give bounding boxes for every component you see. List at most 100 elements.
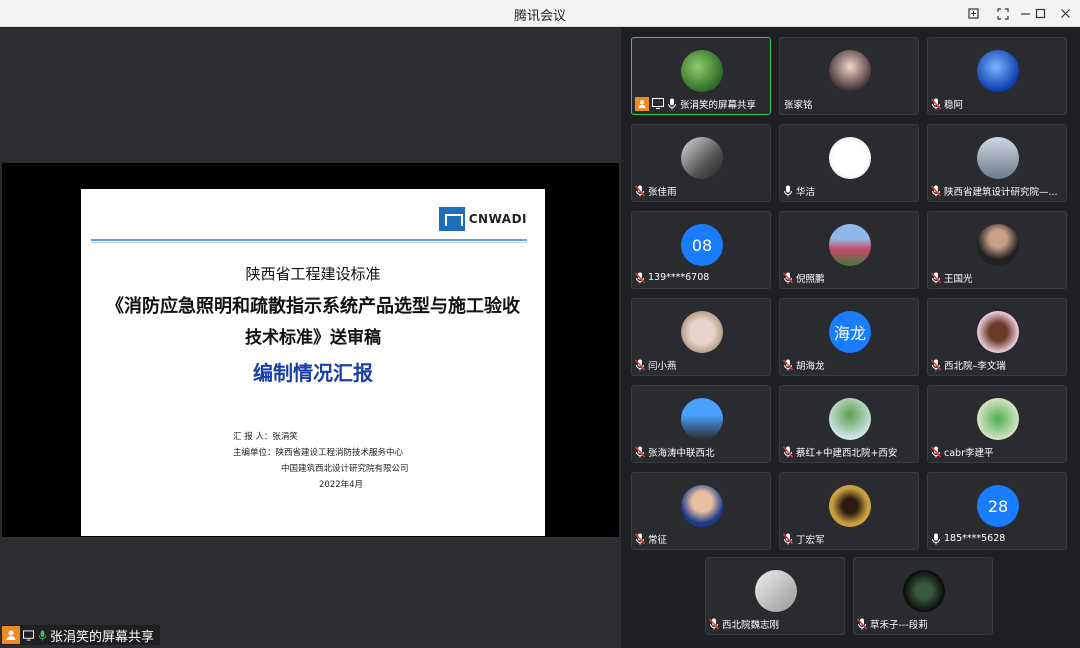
participant-avatar bbox=[977, 50, 1019, 92]
participant-name: 185****5628 bbox=[944, 533, 1006, 544]
participant-label: 闫小燕 bbox=[635, 357, 767, 372]
mic-muted-icon[interactable] bbox=[709, 617, 719, 630]
participant-avatar bbox=[755, 570, 797, 612]
slide-report-title: 编制情况汇报 bbox=[253, 361, 373, 385]
participant-name: cabr李建平 bbox=[944, 447, 994, 459]
participant-tile[interactable]: 草禾子---段莉 bbox=[853, 557, 993, 635]
participant-avatar bbox=[829, 137, 871, 179]
participant-avatar bbox=[977, 137, 1019, 179]
participant-tile[interactable]: 倪照鹏 bbox=[779, 211, 919, 289]
participant-label: 185****5628 bbox=[931, 531, 1063, 546]
mic-muted-icon[interactable] bbox=[783, 358, 793, 371]
participant-tile[interactable]: 蔡红+中建西北院+西安 bbox=[779, 385, 919, 463]
participant-tile[interactable]: 陕西省建筑设计研究院—... bbox=[927, 124, 1067, 202]
cnwadi-logo: CNWADI bbox=[438, 207, 527, 231]
slide-title-line2: 技术标准》送审稿 bbox=[245, 328, 381, 348]
participant-name: 张佳雨 bbox=[648, 186, 677, 198]
participant-avatar bbox=[829, 485, 871, 527]
participant-label: 陕西省建筑设计研究院—... bbox=[931, 183, 1063, 198]
participant-tile[interactable]: cabr李建平 bbox=[927, 385, 1067, 463]
participant-tile[interactable]: 张海涛中联西北 bbox=[631, 385, 771, 463]
presentation-slide: CNWADI 陕西省工程建设标准 《消防应急照明和疏散指示系统产品选型与施工验收… bbox=[81, 189, 545, 536]
participant-avatar bbox=[829, 50, 871, 92]
participant-label: 稳阿 bbox=[931, 96, 1063, 111]
participant-name: 139****6708 bbox=[648, 272, 710, 283]
participant-name: 张海涛中联西北 bbox=[648, 447, 715, 459]
participant-label: 西北院–李文瑞 bbox=[931, 357, 1063, 372]
slide-date: 2022年4月 bbox=[319, 480, 364, 490]
window-title: 腾讯会议 bbox=[513, 9, 566, 24]
mic-on-icon[interactable] bbox=[931, 533, 941, 545]
shared-screen: CNWADI 陕西省工程建设标准 《消防应急照明和疏散指示系统产品选型与施工验收… bbox=[2, 163, 619, 537]
mic-muted-icon[interactable] bbox=[635, 532, 645, 545]
participant-avatar: 08 bbox=[681, 224, 723, 266]
participant-gallery[interactable]: 张涓笑的屏幕共享 张家铭 稳阿张佳雨 华洁 陕西省建筑设计研究院—... 08 139***… bbox=[621, 27, 1080, 648]
share-status-bar: 张涓笑的屏幕共享 bbox=[2, 625, 161, 645]
participant-label: 张佳雨 bbox=[635, 183, 767, 198]
participant-avatar bbox=[829, 224, 871, 266]
participant-tile[interactable]: 张涓笑的屏幕共享 bbox=[631, 37, 771, 115]
participant-tile[interactable]: 28 185****5628 bbox=[927, 472, 1067, 550]
meeting-window: 腾讯会议 CNWADI 陕西省工程建设标准 《消防应急照明和疏散指示系统产品选型… bbox=[0, 0, 1080, 648]
participant-avatar bbox=[681, 398, 723, 440]
participant-avatar bbox=[903, 570, 945, 612]
participant-label: 丁宏军 bbox=[783, 531, 915, 546]
mic-on-icon bbox=[38, 629, 47, 641]
slide-divider-thin bbox=[91, 242, 527, 243]
participant-avatar: 28 bbox=[977, 485, 1019, 527]
mic-muted-icon[interactable] bbox=[931, 97, 941, 110]
participant-avatar bbox=[681, 485, 723, 527]
participant-tile[interactable]: 闫小燕 bbox=[631, 298, 771, 376]
mic-muted-icon[interactable] bbox=[931, 184, 941, 197]
title-bar: 腾讯会议 bbox=[0, 0, 1080, 27]
mic-muted-icon[interactable] bbox=[857, 617, 867, 630]
participant-tile[interactable]: 西北院–李文瑞 bbox=[927, 298, 1067, 376]
slide-divider bbox=[91, 239, 527, 241]
participant-tile[interactable]: 08 139****6708 bbox=[631, 211, 771, 289]
close-button[interactable] bbox=[1050, 0, 1080, 27]
participant-name: 丁宏军 bbox=[796, 534, 825, 546]
participant-name: 张涓笑的屏幕共享 bbox=[680, 99, 757, 111]
participant-name: 西北院魏志刚 bbox=[722, 619, 780, 631]
participant-tile[interactable]: 西北院魏志刚 bbox=[705, 557, 845, 635]
participant-avatar bbox=[681, 50, 723, 92]
host-icon bbox=[635, 96, 649, 111]
mic-muted-icon[interactable] bbox=[783, 532, 793, 545]
slide-reporter: 汇 报 人：张涓笑 bbox=[233, 432, 298, 442]
mic-muted-icon[interactable] bbox=[635, 445, 645, 458]
mic-muted-icon[interactable] bbox=[635, 184, 645, 197]
participant-tile[interactable]: 华洁 bbox=[779, 124, 919, 202]
participant-label: 胡海龙 bbox=[783, 357, 915, 372]
participant-tile[interactable]: 稳阿 bbox=[927, 37, 1067, 115]
pin-icon[interactable] bbox=[958, 0, 988, 27]
mic-muted-icon[interactable] bbox=[931, 358, 941, 371]
participant-name: 胡海龙 bbox=[796, 360, 825, 372]
participant-label: 蔡红+中建西北院+西安 bbox=[783, 444, 915, 459]
participant-label: 张海涛中联西北 bbox=[635, 444, 767, 459]
mic-muted-icon[interactable] bbox=[931, 271, 941, 284]
mic-muted-icon[interactable] bbox=[931, 445, 941, 458]
participant-label: cabr李建平 bbox=[931, 444, 1063, 459]
mic-muted-icon[interactable] bbox=[635, 271, 645, 284]
mic-muted-icon[interactable] bbox=[783, 445, 793, 458]
participant-avatar bbox=[829, 398, 871, 440]
participant-tile[interactable]: 海龙 胡海龙 bbox=[779, 298, 919, 376]
participant-tile[interactable]: 张家铭 bbox=[779, 37, 919, 115]
participant-tile[interactable]: 张佳雨 bbox=[631, 124, 771, 202]
mic-muted-icon[interactable] bbox=[783, 271, 793, 284]
participant-tile[interactable]: 常征 bbox=[631, 472, 771, 550]
mic-on-icon[interactable] bbox=[667, 98, 677, 110]
participant-label: 草禾子---段莉 bbox=[857, 616, 989, 631]
screen-share-area[interactable]: CNWADI 陕西省工程建设标准 《消防应急照明和疏散指示系统产品选型与施工验收… bbox=[0, 27, 621, 648]
mic-on-icon[interactable] bbox=[783, 185, 793, 197]
participant-label: 华洁 bbox=[783, 183, 915, 198]
participant-label: 张家铭 bbox=[783, 96, 915, 111]
participant-tile[interactable]: 丁宏军 bbox=[779, 472, 919, 550]
mic-muted-icon[interactable] bbox=[635, 358, 645, 371]
slide-title-line1: 《消防应急照明和疏散指示系统产品选型与施工验收 bbox=[106, 296, 520, 317]
participant-name: 闫小燕 bbox=[648, 360, 677, 372]
participant-name: 草禾子---段莉 bbox=[870, 619, 928, 631]
participant-tile[interactable]: 王国光 bbox=[927, 211, 1067, 289]
participant-name: 稳阿 bbox=[944, 99, 964, 111]
participant-label: 张涓笑的屏幕共享 bbox=[635, 96, 767, 111]
